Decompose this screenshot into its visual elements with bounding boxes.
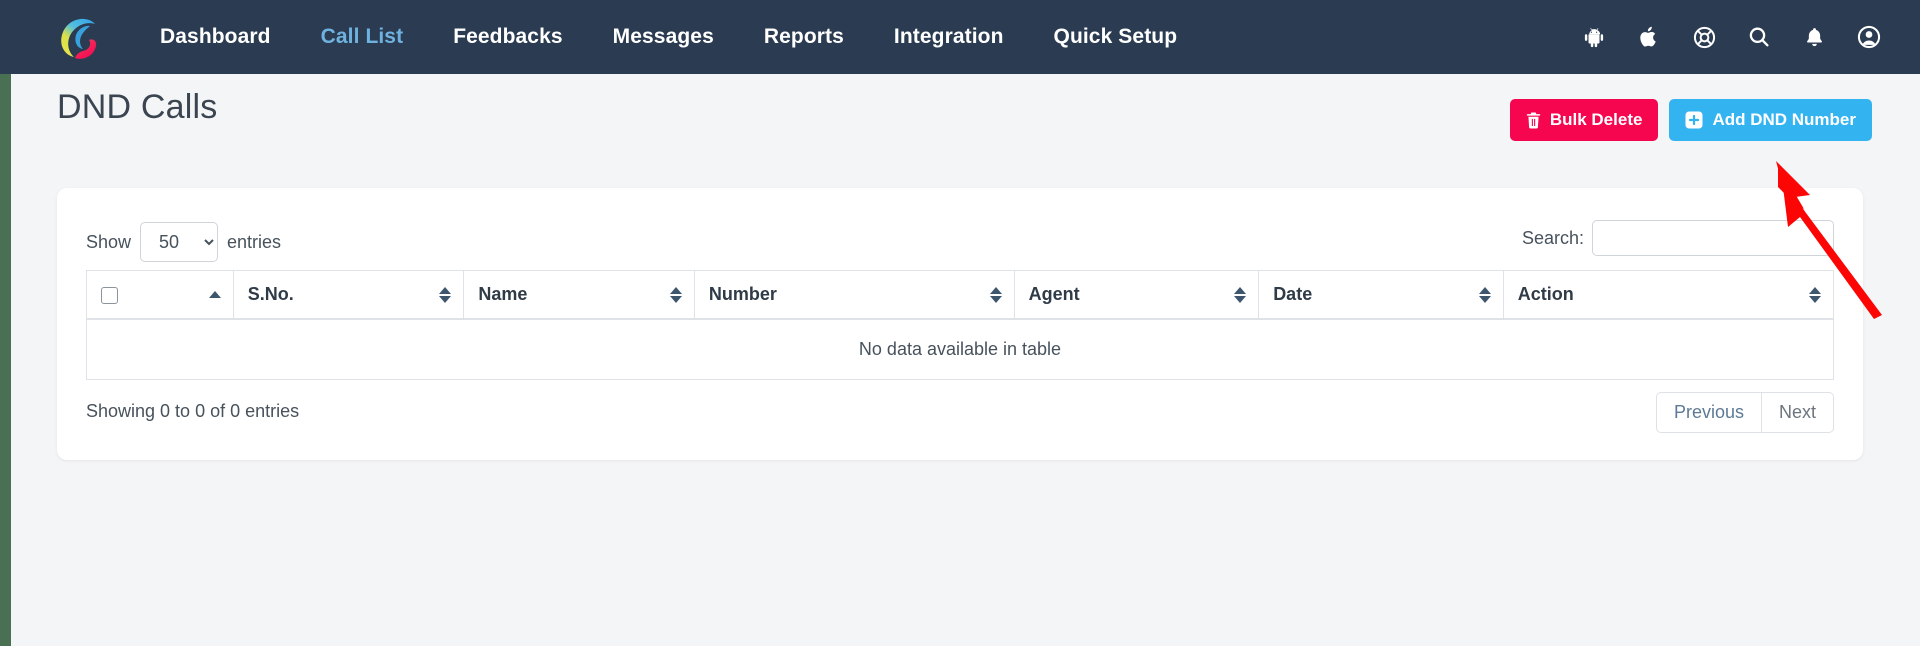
search-control: Search:: [1522, 220, 1834, 256]
table-body: No data available in table: [86, 319, 1834, 380]
add-dnd-number-button[interactable]: Add DND Number: [1669, 99, 1872, 141]
trash-icon: [1526, 112, 1541, 129]
page-header: DND Calls Bulk Delete Add DND Number: [11, 74, 1920, 160]
column-label-date: Date: [1273, 284, 1313, 304]
column-header-sno[interactable]: S.No.: [232, 270, 465, 320]
entries-info: Showing 0 to 0 of 0 entries: [86, 401, 300, 421]
brand-logo[interactable]: [55, 12, 105, 62]
column-header-select-all[interactable]: [86, 270, 234, 320]
page-title: DND Calls: [57, 88, 218, 126]
nav-link-integration[interactable]: Integration: [869, 25, 1029, 49]
left-edge-strip: [0, 0, 11, 646]
user-account-icon[interactable]: [1856, 24, 1882, 50]
nav-link-call-list[interactable]: Call List: [296, 25, 429, 49]
column-header-action[interactable]: Action: [1502, 270, 1835, 320]
column-header-agent[interactable]: Agent: [1013, 270, 1260, 320]
nav-link-feedbacks[interactable]: Feedbacks: [428, 25, 587, 49]
apple-icon[interactable]: [1636, 24, 1662, 50]
table-header-row: S.No. Name Number Agent Date Action: [86, 270, 1835, 320]
nav-link-reports[interactable]: Reports: [739, 25, 869, 49]
page-root: Dashboard Call List Feedbacks Messages R…: [0, 0, 1920, 646]
bulk-delete-label: Bulk Delete: [1549, 110, 1643, 129]
entries-label: entries: [227, 231, 282, 252]
select-all-checkbox[interactable]: [101, 286, 118, 304]
sort-indicator-number: [989, 286, 1002, 304]
column-label-name: Name: [478, 284, 528, 304]
column-header-date[interactable]: Date: [1258, 270, 1504, 320]
sort-indicator-sno: [439, 286, 452, 304]
bulk-delete-button[interactable]: Bulk Delete: [1509, 99, 1659, 141]
datatable-controls: Show 50 10 25 100 entries Search:: [86, 214, 1834, 270]
dnd-calls-card: Show 50 10 25 100 entries Search:: [57, 188, 1863, 460]
life-ring-support-icon[interactable]: [1691, 24, 1717, 50]
entries-length-control: Show 50 10 25 100 entries: [86, 222, 281, 262]
column-label-number: Number: [708, 284, 777, 304]
left-edge-strip-top: [0, 0, 11, 74]
plus-square-icon: [1685, 111, 1703, 129]
show-label: Show: [86, 231, 132, 252]
next-page-button[interactable]: Next: [1761, 392, 1834, 434]
entries-length-select[interactable]: 50 10 25 100: [140, 222, 219, 262]
nav-link-quick-setup[interactable]: Quick Setup: [1029, 25, 1203, 49]
dnd-calls-table: S.No. Name Number Agent Date Action No d…: [86, 270, 1835, 380]
search-icon[interactable]: [1746, 24, 1772, 50]
sort-indicator-asc: [208, 286, 221, 304]
crescent-c-logo-icon: [61, 18, 97, 59]
primary-nav: Dashboard Call List Feedbacks Messages R…: [135, 25, 1202, 49]
add-dnd-number-label: Add DND Number: [1712, 110, 1856, 129]
column-label-action: Action: [1517, 284, 1574, 304]
table-head: S.No. Name Number Agent Date Action: [86, 270, 1835, 320]
top-navbar: Dashboard Call List Feedbacks Messages R…: [11, 0, 1920, 74]
table-empty-row: No data available in table: [86, 319, 1834, 380]
search-input[interactable]: [1592, 220, 1834, 256]
column-label-sno: S.No.: [247, 284, 294, 304]
sort-indicator-agent: [1234, 286, 1247, 304]
header-action-buttons: Bulk Delete Add DND Number: [1509, 99, 1872, 141]
android-icon[interactable]: [1581, 24, 1607, 50]
nav-link-messages[interactable]: Messages: [588, 25, 739, 49]
datatable-footer: Showing 0 to 0 of 0 entries Previous Nex…: [86, 380, 1834, 444]
previous-page-button[interactable]: Previous: [1655, 392, 1762, 434]
empty-message: No data available in table: [86, 319, 1834, 380]
pagination: Previous Next: [1655, 392, 1834, 434]
nav-icon-group: [1581, 24, 1882, 50]
sort-indicator-action: [1809, 286, 1821, 304]
column-header-number[interactable]: Number: [693, 270, 1015, 320]
sort-indicator-date: [1478, 286, 1491, 304]
search-label: Search:: [1521, 227, 1584, 248]
column-header-name[interactable]: Name: [463, 270, 695, 320]
sort-indicator-name: [669, 286, 682, 304]
nav-link-dashboard[interactable]: Dashboard: [135, 25, 296, 49]
column-label-agent: Agent: [1028, 284, 1080, 304]
notification-bell-icon[interactable]: [1801, 24, 1827, 50]
